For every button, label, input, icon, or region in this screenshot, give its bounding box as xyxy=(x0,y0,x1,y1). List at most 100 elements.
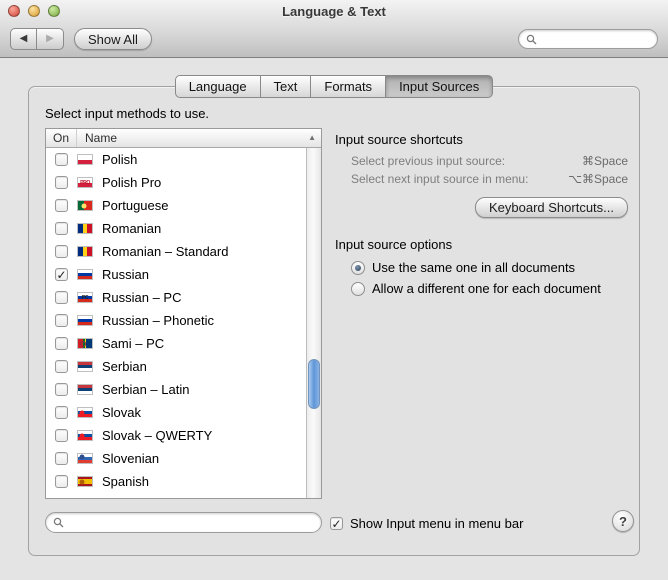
input-method-checkbox[interactable] xyxy=(55,291,68,304)
list-item[interactable]: Serbian xyxy=(46,355,306,378)
input-method-label: Slovenian xyxy=(102,451,160,466)
list-item[interactable]: Spanish xyxy=(46,470,306,493)
input-methods-listbox: On Name ▲ Polish PRO Polish Pro Portuguese R… xyxy=(45,128,322,499)
keyboard-shortcuts-button[interactable]: Keyboard Shortcuts... xyxy=(474,197,628,218)
shortcut-value: ⌘Space xyxy=(581,154,628,168)
list-item[interactable]: PC Russian – PC xyxy=(46,286,306,309)
input-method-label: Portuguese xyxy=(102,198,169,213)
tab-formats[interactable]: Formats xyxy=(310,75,387,98)
shortcut-row: Select next input source in menu: ⌥⌘Space xyxy=(351,172,628,190)
list-item[interactable]: Slovak – QWERTY xyxy=(46,424,306,447)
radio-option-1[interactable]: Allow a different one for each document xyxy=(351,278,601,299)
show-input-menu-row[interactable]: ✓ Show Input menu in menu bar xyxy=(330,516,523,531)
list-item[interactable]: Sami – PC xyxy=(46,332,306,355)
preference-pane: Language Text Formats Input Sources Select … xyxy=(0,59,668,580)
input-source-options-title: Input source options xyxy=(335,237,453,252)
input-method-label: Slovak xyxy=(102,405,142,420)
scrollbar-thumb[interactable] xyxy=(308,359,320,409)
window-title: Language & Text xyxy=(282,4,386,19)
input-method-checkbox[interactable] xyxy=(55,429,68,442)
list-search-field[interactable] xyxy=(45,512,322,533)
input-method-checkbox[interactable] xyxy=(55,475,68,488)
shortcut-label: Select previous input source: xyxy=(351,154,506,168)
search-icon xyxy=(526,34,537,44)
input-method-checkbox[interactable] xyxy=(55,383,68,396)
list-item[interactable]: ✓ Russian xyxy=(46,263,306,286)
romanian-flag-icon xyxy=(77,223,93,234)
serbian-flag-icon xyxy=(77,384,93,395)
list-scrollbar[interactable] xyxy=(306,148,321,498)
back-button[interactable]: ◀ xyxy=(10,28,37,50)
input-method-checkbox[interactable] xyxy=(55,199,68,212)
list-header[interactable]: On Name ▲ xyxy=(46,129,321,148)
input-method-label: Romanian – Standard xyxy=(102,244,229,259)
list-item[interactable]: Portuguese xyxy=(46,194,306,217)
shortcut-rows: Select previous input source: ⌘Space Selec… xyxy=(351,154,628,190)
shortcut-row: Select previous input source: ⌘Space xyxy=(351,154,628,172)
show-input-menu-label: Show Input menu in menu bar xyxy=(350,516,524,531)
input-method-checkbox[interactable] xyxy=(55,314,68,327)
list-item[interactable]: Romanian – Standard xyxy=(46,240,306,263)
portuguese-flag-icon xyxy=(77,200,93,211)
russian-flag-icon xyxy=(77,269,93,280)
list-item[interactable]: PRO Polish Pro xyxy=(46,171,306,194)
input-method-label: Russian – PC xyxy=(102,290,182,305)
spanish-flag-icon xyxy=(77,476,93,487)
polish-flag-icon xyxy=(77,154,93,165)
list-item[interactable]: Russian – Phonetic xyxy=(46,309,306,332)
list-search-input[interactable] xyxy=(68,515,314,530)
tab-input-sources[interactable]: Input Sources xyxy=(385,75,494,98)
input-method-checkbox[interactable] xyxy=(55,452,68,465)
shortcut-label: Select next input source in menu: xyxy=(351,172,529,186)
russian-pc-flag-icon: PC xyxy=(77,292,93,303)
sort-ascending-icon: ▲ xyxy=(308,133,316,142)
toolbar-search-input[interactable] xyxy=(541,32,650,46)
input-method-checkbox[interactable] xyxy=(55,153,68,166)
serbian-flag-icon xyxy=(77,361,93,372)
list-item[interactable]: Romanian xyxy=(46,217,306,240)
input-method-checkbox[interactable] xyxy=(55,176,68,189)
input-source-options-group: Use the same one in all documents Allow a… xyxy=(351,257,601,299)
input-method-checkbox[interactable] xyxy=(55,245,68,258)
russian-flag-icon xyxy=(77,315,93,326)
input-method-label: Sami – PC xyxy=(102,336,165,351)
list-item[interactable]: Slovenian xyxy=(46,447,306,470)
radio-button[interactable] xyxy=(351,281,365,296)
show-input-menu-checkbox[interactable]: ✓ xyxy=(330,517,343,530)
slovak-flag-icon xyxy=(77,430,93,441)
input-method-checkbox[interactable]: ✓ xyxy=(55,268,68,281)
show-all-button[interactable]: Show All xyxy=(74,28,152,50)
input-method-checkbox[interactable] xyxy=(55,337,68,350)
radio-label: Use the same one in all documents xyxy=(372,260,576,275)
input-method-checkbox[interactable] xyxy=(55,360,68,373)
input-method-label: Serbian xyxy=(102,359,147,374)
slovak-flag-icon xyxy=(77,407,93,418)
sami-flag-icon xyxy=(77,338,93,349)
toolbar: ◀ ▶ Show All xyxy=(0,22,668,58)
input-method-label: Russian – Phonetic xyxy=(102,313,215,328)
input-method-label: Polish Pro xyxy=(102,175,162,190)
romanian-flag-icon xyxy=(77,246,93,257)
list-item[interactable]: Slovak xyxy=(46,401,306,424)
input-method-label: Serbian – Latin xyxy=(102,382,190,397)
radio-option-0[interactable]: Use the same one in all documents xyxy=(351,257,601,278)
search-icon xyxy=(53,517,64,528)
radio-button[interactable] xyxy=(351,260,365,275)
language-and-text-window: Language & Text ◀ ▶ Show All Language Tex… xyxy=(0,0,668,580)
list-item[interactable]: Polish xyxy=(46,148,306,171)
input-method-checkbox[interactable] xyxy=(55,406,68,419)
help-button[interactable]: ? xyxy=(612,510,634,532)
forward-button[interactable]: ▶ xyxy=(37,28,64,50)
toolbar-search-field[interactable] xyxy=(518,29,658,49)
input-method-checkbox[interactable] xyxy=(55,222,68,235)
tab-text[interactable]: Text xyxy=(259,75,312,98)
tab-language[interactable]: Language xyxy=(174,75,261,98)
column-header-name[interactable]: Name xyxy=(77,131,321,145)
list-item[interactable]: Serbian – Latin xyxy=(46,378,306,401)
column-header-on[interactable]: On xyxy=(46,129,77,147)
list-item[interactable] xyxy=(46,493,306,498)
forward-icon: ▶ xyxy=(46,33,54,44)
input-method-label: Romanian xyxy=(102,221,162,236)
window-chrome: Language & Text ◀ ▶ Show All xyxy=(0,0,668,58)
input-source-shortcuts-title: Input source shortcuts xyxy=(335,132,463,147)
